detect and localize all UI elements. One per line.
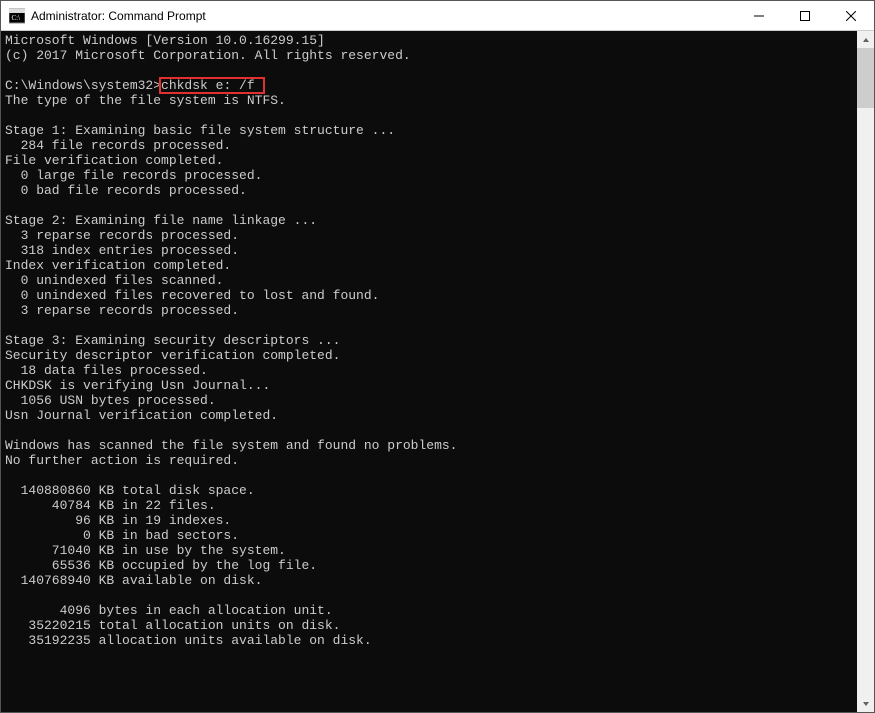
text-line: 3 reparse records processed. [5, 228, 239, 243]
text-line: Index verification completed. [5, 258, 231, 273]
text-line: No further action is required. [5, 453, 239, 468]
text-line: 4096 bytes in each allocation unit. [5, 603, 333, 618]
scroll-down-button[interactable] [857, 695, 874, 712]
text-line: 0 unindexed files recovered to lost and … [5, 288, 379, 303]
window-controls [736, 1, 874, 30]
window-title: Administrator: Command Prompt [31, 9, 736, 23]
text-line: 18 data files processed. [5, 363, 208, 378]
text-line: (c) 2017 Microsoft Corporation. All righ… [5, 48, 411, 63]
text-line: 318 index entries processed. [5, 243, 239, 258]
text-line: 96 KB in 19 indexes. [5, 513, 231, 528]
scroll-up-button[interactable] [857, 31, 874, 48]
text-line: 1056 USN bytes processed. [5, 393, 216, 408]
console-output[interactable]: Microsoft Windows [Version 10.0.16299.15… [1, 31, 857, 712]
text-line: 140880860 KB total disk space. [5, 483, 255, 498]
titlebar: C:\ Administrator: Command Prompt [1, 1, 874, 31]
vertical-scrollbar[interactable] [857, 31, 874, 712]
text-line: Microsoft Windows [Version 10.0.16299.15… [5, 33, 325, 48]
text-line: 0 unindexed files scanned. [5, 273, 223, 288]
text-line: Usn Journal verification completed. [5, 408, 278, 423]
text-line: 0 KB in bad sectors. [5, 528, 239, 543]
text-line: Stage 1: Examining basic file system str… [5, 123, 395, 138]
scrollbar-track[interactable] [857, 48, 874, 695]
text-line: 35220215 total allocation units on disk. [5, 618, 340, 633]
text-line: 40784 KB in 22 files. [5, 498, 216, 513]
text-line: Stage 3: Examining security descriptors … [5, 333, 340, 348]
text-line: 140768940 KB available on disk. [5, 573, 262, 588]
text-line: 71040 KB in use by the system. [5, 543, 286, 558]
text-line: File verification completed. [5, 153, 223, 168]
svg-text:C:\: C:\ [12, 14, 21, 22]
text-line: 284 file records processed. [5, 138, 231, 153]
minimize-button[interactable] [736, 1, 782, 30]
text-line: Windows has scanned the file system and … [5, 438, 457, 453]
text-line: Security descriptor verification complet… [5, 348, 340, 363]
text-line: 65536 KB occupied by the log file. [5, 558, 317, 573]
text-line: The type of the file system is NTFS. [5, 93, 286, 108]
cmd-icon: C:\ [9, 8, 25, 24]
text-line: Stage 2: Examining file name linkage ... [5, 213, 317, 228]
command-text: chkdsk e: /f [161, 78, 255, 93]
text-line: CHKDSK is verifying Usn Journal... [5, 378, 270, 393]
close-button[interactable] [828, 1, 874, 30]
text-line: 0 bad file records processed. [5, 183, 247, 198]
text-line: 35192235 allocation units available on d… [5, 633, 372, 648]
maximize-button[interactable] [782, 1, 828, 30]
text-line: 3 reparse records processed. [5, 303, 239, 318]
scrollbar-thumb[interactable] [857, 48, 874, 108]
prompt-prefix: C:\Windows\system32> [5, 78, 161, 93]
text-line: 0 large file records processed. [5, 168, 262, 183]
